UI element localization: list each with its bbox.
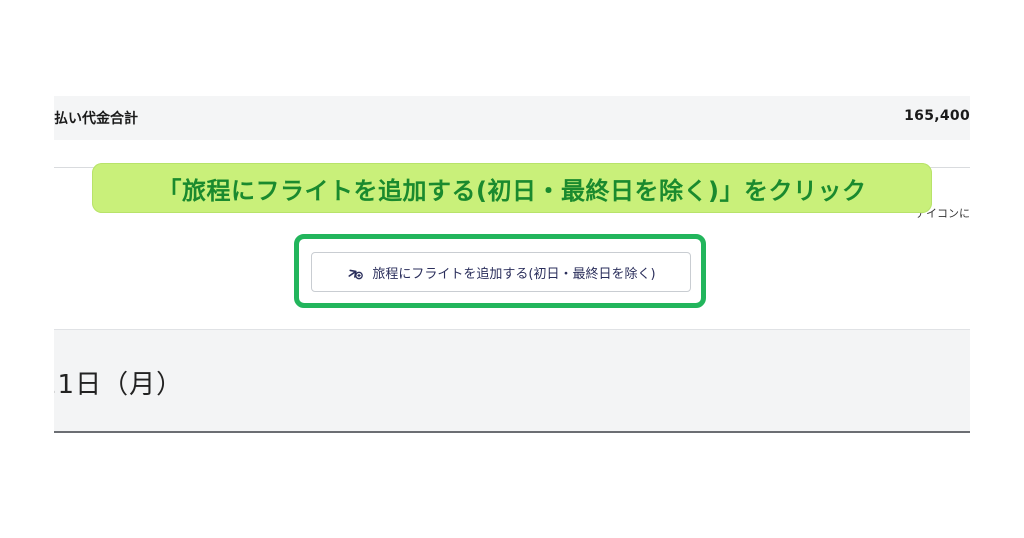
- plane-plus-icon: [346, 263, 364, 281]
- divider: [54, 431, 970, 433]
- instruction-callout-text: 「旅程にフライトを追加する(初日・最終日を除く)」をクリック: [157, 176, 867, 205]
- day-header-row: 11日（月）: [54, 330, 970, 431]
- payment-total-value: 165,400: [904, 108, 970, 124]
- day-header-label: 11日（月）: [54, 370, 184, 400]
- payment-total-label: 払い代金合計: [54, 111, 138, 127]
- payment-total-row: 払い代金合計 165,400: [54, 96, 970, 140]
- add-flight-button[interactable]: 旅程にフライトを追加する(初日・最終日を除く): [311, 252, 691, 292]
- instruction-callout: 「旅程にフライトを追加する(初日・最終日を除く)」をクリック: [92, 163, 932, 213]
- add-flight-button-label: 旅程にフライトを追加する(初日・最終日を除く): [372, 266, 656, 282]
- screenshot-area: 払い代金合計 165,400 アイコンに 「旅程にフライトを追加する(初日・最終…: [54, 0, 970, 538]
